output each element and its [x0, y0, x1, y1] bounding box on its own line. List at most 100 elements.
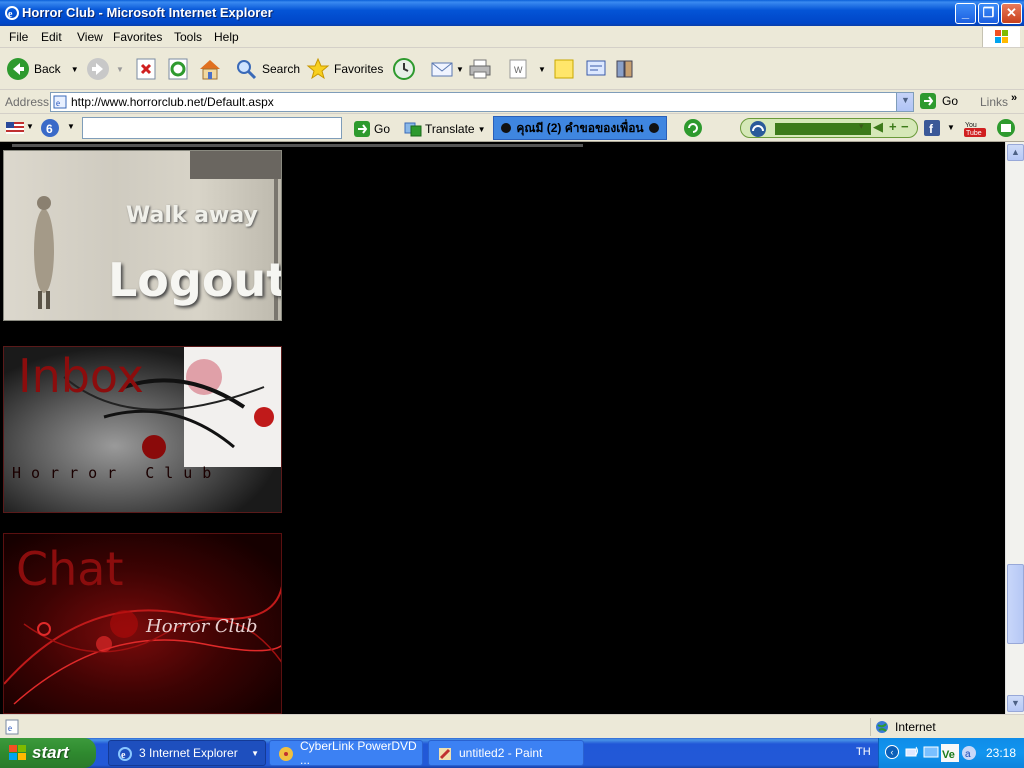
translate-dropdown-icon[interactable]: ▼	[478, 125, 486, 134]
maximize-button[interactable]: ❐	[978, 3, 999, 24]
zone-label: Internet	[895, 720, 936, 734]
close-button[interactable]: ✕	[1001, 3, 1022, 24]
chevron-down-icon[interactable]: ▾	[859, 121, 864, 132]
address-input[interactable]: e http://www.horrorclub.net/Default.aspx…	[50, 92, 914, 112]
back-arrow-icon	[7, 58, 29, 80]
menu-favorites[interactable]: Favorites	[113, 30, 162, 44]
group-dropdown-icon[interactable]: ▼	[251, 749, 259, 758]
printer-icon	[469, 59, 491, 79]
search-button[interactable]: Search	[234, 54, 300, 84]
horror-club-script-text: Horror Club	[146, 616, 258, 637]
mail-dropdown-icon[interactable]: ▼	[456, 65, 464, 74]
volume-down-icon[interactable]: −	[901, 119, 909, 134]
print-button[interactable]	[468, 54, 492, 84]
history-button[interactable]	[392, 54, 416, 84]
globe-icon	[876, 721, 888, 733]
system-tray: ‹ Ve a 23:18	[878, 738, 1024, 768]
chat-banner[interactable]: Chat Horror Club	[3, 533, 282, 714]
network-icon[interactable]	[905, 745, 921, 761]
chevron-down-icon: ▼	[901, 95, 910, 105]
translate-button[interactable]: Translate ▼	[404, 118, 486, 140]
messenger-tray-icon[interactable]: a	[961, 745, 977, 761]
menu-view[interactable]: View	[77, 30, 103, 44]
menu-edit[interactable]: Edit	[41, 30, 62, 44]
refresh-button[interactable]	[166, 54, 190, 84]
language-dropdown-icon[interactable]: ▼	[26, 122, 34, 131]
windows-flag-icon	[9, 745, 26, 760]
stop-button[interactable]	[134, 54, 158, 84]
app-icon[interactable]	[996, 118, 1016, 138]
us-flag-icon[interactable]	[6, 122, 24, 134]
messenger-button[interactable]	[584, 54, 608, 84]
taskbar-item-powerdvd[interactable]: CyberLink PowerDVD ...	[269, 739, 423, 767]
star-icon	[306, 57, 330, 80]
extra-toolbar: ▼ 6 ▼ Go Translate ▼ คุณมี (2) คำขอของเพ…	[0, 114, 1024, 142]
taskbar-item-paint[interactable]: untitled2 - Paint	[428, 740, 584, 766]
svg-text:You: You	[965, 122, 977, 129]
favorites-button[interactable]: Favorites	[306, 54, 383, 84]
taskbar: start e 3 Internet Explorer ▼ CyberLink …	[0, 738, 1024, 768]
svg-text:6: 6	[46, 122, 53, 136]
scroll-up-arrow-icon[interactable]: ▲	[1007, 144, 1024, 161]
refresh-circle-icon[interactable]	[683, 118, 703, 138]
forward-arrow-icon	[87, 58, 109, 80]
vertical-scrollbar[interactable]: ▲ ▼	[1005, 142, 1024, 714]
research-icon	[616, 60, 633, 78]
menu-help[interactable]: Help	[214, 30, 239, 44]
links-label[interactable]: Links	[980, 95, 1008, 109]
toolbar-go-button[interactable]: Go	[354, 118, 390, 140]
go-button[interactable]: Go	[920, 93, 958, 109]
media-track[interactable]	[775, 123, 871, 135]
taskbar-item-label: untitled2 - Paint	[459, 746, 543, 760]
minimize-button[interactable]: _	[955, 3, 976, 24]
ie-logo-icon: e	[118, 747, 132, 761]
menu-file[interactable]: File	[9, 30, 28, 44]
standard-toolbar: Back ▼ ▼ Search Favorites ▼ W ▼	[0, 48, 1024, 90]
menu-tools[interactable]: Tools	[174, 30, 202, 44]
research-button[interactable]	[614, 54, 638, 84]
mail-button[interactable]: ▼	[430, 54, 464, 84]
ve-icon[interactable]: Ve	[941, 744, 959, 762]
toolbar-logo-icon[interactable]: 6	[40, 118, 60, 138]
youtube-icon[interactable]: You Tube	[964, 119, 986, 137]
messenger-icon	[586, 60, 606, 76]
chevron-right-icon[interactable]: »	[1011, 92, 1017, 104]
facebook-icon[interactable]: f	[924, 120, 940, 136]
edit-button[interactable]: W ▼	[506, 54, 546, 84]
translate-icon	[404, 122, 422, 137]
powerdvd-icon	[279, 747, 293, 761]
logout-banner[interactable]: Walk away Logout	[3, 150, 282, 321]
start-button[interactable]: start	[0, 738, 96, 768]
toolbar-search-input[interactable]	[82, 117, 342, 139]
media-player[interactable]: ▾ ◀ + −	[740, 118, 918, 138]
facebook-dropdown-icon[interactable]: ▼	[947, 123, 955, 132]
home-icon	[200, 60, 220, 80]
clock: 23:18	[985, 746, 1016, 760]
scroll-down-arrow-icon[interactable]: ▼	[1007, 695, 1024, 712]
inbox-banner[interactable]: Inbox Horror Club	[3, 346, 282, 513]
svg-text:W: W	[514, 65, 523, 75]
svg-text:Ve: Ve	[942, 749, 955, 761]
back-button[interactable]: Back ▼	[6, 54, 79, 84]
language-indicator[interactable]: TH	[856, 746, 871, 758]
scroll-thumb[interactable]	[1007, 564, 1024, 644]
forward-dropdown-icon[interactable]: ▼	[116, 65, 124, 74]
volume-up-icon[interactable]: +	[889, 119, 897, 134]
logout-text: Logout	[108, 253, 282, 307]
friend-request-notification[interactable]: คุณมี (2) คำขอของเพื่อน	[493, 116, 667, 140]
logo-dropdown-icon[interactable]: ▼	[67, 122, 75, 131]
search-icon	[237, 60, 257, 80]
edit-dropdown-icon[interactable]: ▼	[538, 65, 546, 74]
word-document-icon: W	[509, 59, 527, 79]
notes-button[interactable]	[552, 54, 576, 84]
inbox-text: Inbox	[18, 349, 144, 403]
taskbar-item-internet-explorer[interactable]: e 3 Internet Explorer ▼	[108, 740, 266, 766]
forward-button[interactable]: ▼	[86, 54, 124, 84]
chevron-left-icon[interactable]: ‹	[885, 745, 899, 759]
address-dropdown-button[interactable]: ▼	[896, 93, 913, 111]
speaker-icon[interactable]: ◀	[873, 119, 883, 135]
home-button[interactable]	[198, 54, 222, 84]
back-dropdown-icon[interactable]: ▼	[71, 65, 79, 74]
chat-text: Chat	[16, 542, 124, 596]
monitor-icon[interactable]	[923, 745, 939, 761]
